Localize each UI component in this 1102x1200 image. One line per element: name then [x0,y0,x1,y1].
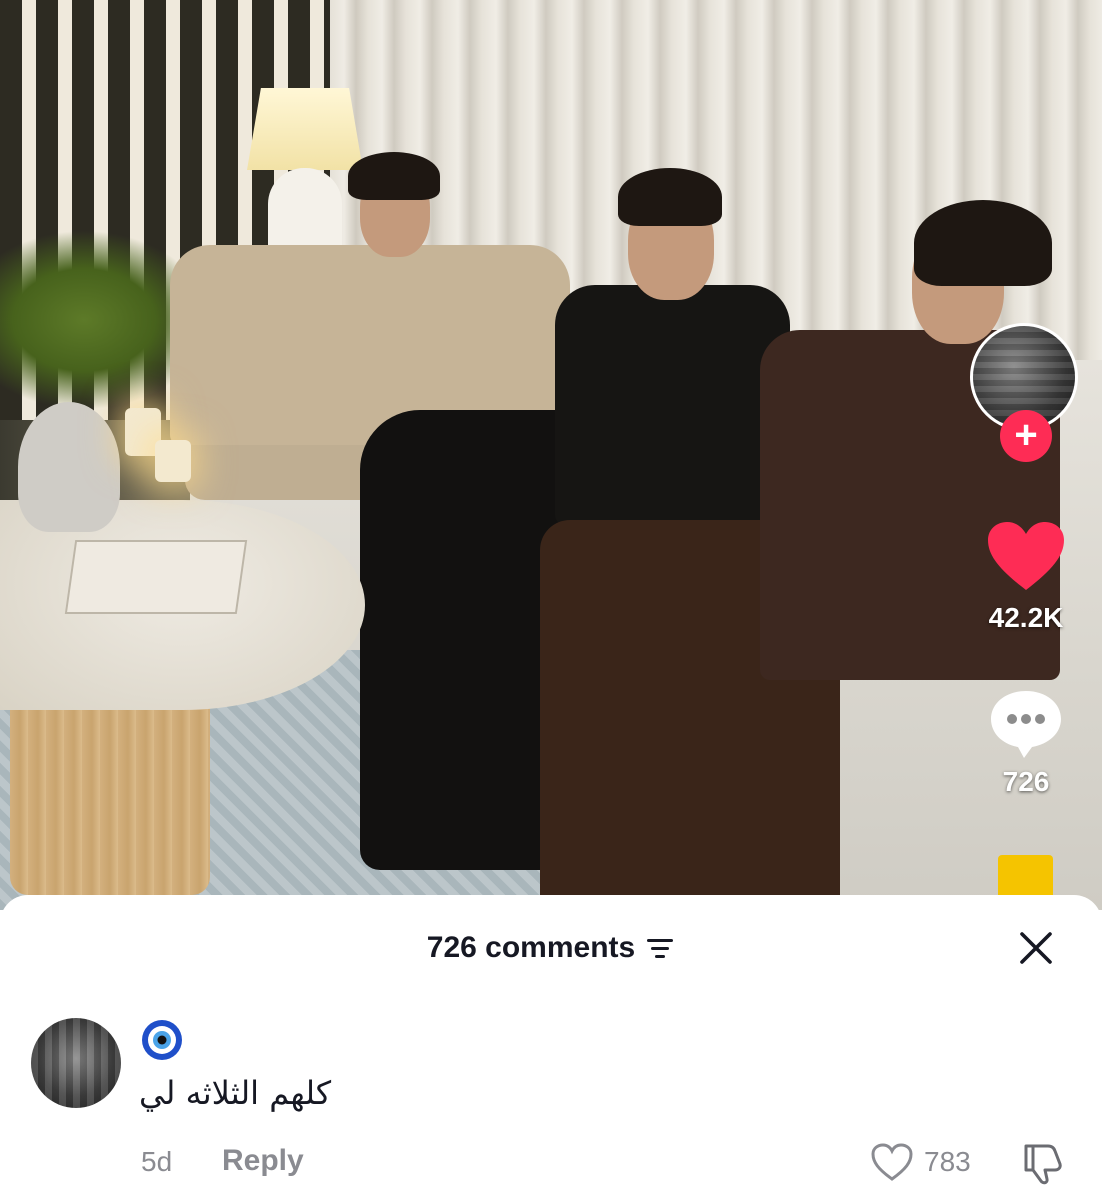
comment-text: كلهم الثلاثه لي [139,1074,332,1112]
heart-icon[interactable] [986,520,1066,592]
comments-title: 726 comments [426,931,636,964]
coffee-table-leg [10,700,210,895]
like-count: 42.2K [988,602,1064,633]
comment-age: 5d [141,1146,173,1177]
close-icon[interactable] [1018,930,1054,966]
comment-bubble-icon[interactable] [988,688,1064,760]
lamp-shade [247,88,363,170]
comment-like-count: 783 [924,1146,971,1177]
comments-header: 726 comments [0,928,1102,968]
heart-outline-icon[interactable] [870,1142,914,1182]
vase [18,402,120,532]
candle [155,440,191,482]
commenter-avatar[interactable] [31,1018,121,1108]
dislike-icon[interactable] [1018,1140,1064,1186]
follow-button[interactable]: + [1000,410,1052,462]
books [64,540,248,614]
reply-button[interactable]: Reply [222,1144,304,1178]
sort-icon[interactable] [645,936,675,960]
video-player[interactable] [0,0,1102,910]
comment-count: 726 [1002,766,1050,797]
nazar-amulet-icon[interactable] [140,1018,184,1062]
